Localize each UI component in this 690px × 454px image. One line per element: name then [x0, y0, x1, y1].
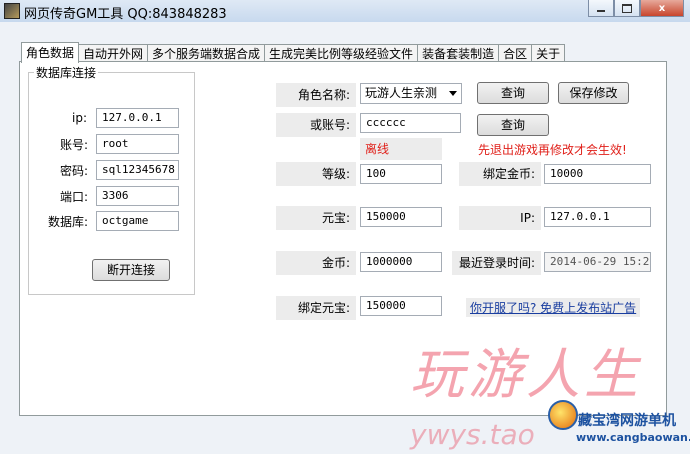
- bound-yuanbao-label: 绑定元宝:: [276, 296, 356, 320]
- app-window: 网页传奇GM工具 QQ:843848283 x 角色数据 自动开外网 多个服务端…: [0, 0, 690, 454]
- ip-label: IP:: [459, 206, 541, 230]
- db-database-field[interactable]: octgame: [96, 211, 179, 231]
- level-label: 等级:: [276, 162, 356, 186]
- db-group-title: 数据库连接: [34, 64, 99, 81]
- yuanbao-label: 元宝:: [276, 206, 356, 230]
- tab-merge-servers[interactable]: 多个服务端数据合成: [147, 44, 266, 62]
- status-text: 离线: [360, 138, 442, 160]
- bound-gold-field[interactable]: 10000: [544, 164, 651, 184]
- last-login-field: 2014-06-29 15:22:: [544, 252, 651, 272]
- role-name-value: 玩游人生亲测: [365, 86, 438, 100]
- title-bar: 网页传奇GM工具 QQ:843848283 x: [0, 0, 690, 22]
- window-title: 网页传奇GM工具 QQ:843848283: [24, 7, 227, 22]
- ip-field[interactable]: 127.0.0.1: [544, 207, 651, 227]
- watermark-url: ywys.tao: [410, 418, 535, 451]
- bound-yuanbao-field[interactable]: 150000: [360, 296, 442, 316]
- tab-merge-zone[interactable]: 合区: [498, 44, 533, 62]
- save-changes-button[interactable]: 保存修改: [558, 82, 629, 104]
- db-password-label: 密码:: [60, 164, 89, 178]
- account-label: 或账号:: [276, 113, 356, 137]
- db-account-label: 账号:: [60, 138, 89, 152]
- level-field[interactable]: 100: [360, 164, 442, 184]
- db-database-label: 数据库:: [48, 215, 89, 229]
- gold-field[interactable]: 1000000: [360, 252, 442, 272]
- ad-link[interactable]: 你开服了吗? 免费上发布站广告: [466, 298, 641, 317]
- notice-text: 先退出游戏再修改才会生效!: [478, 143, 627, 157]
- tab-exp-file[interactable]: 生成完美比例等级经验文件: [264, 44, 419, 62]
- watermark-signature: 玩游人生: [410, 343, 642, 406]
- role-name-label: 角色名称:: [276, 83, 356, 107]
- tab-role-data[interactable]: 角色数据: [21, 42, 80, 63]
- site-url: www.cangbaowan.net: [576, 431, 690, 444]
- site-name: 藏宝湾网游单机: [578, 413, 676, 429]
- yuanbao-field[interactable]: 150000: [360, 207, 442, 227]
- last-login-label: 最近登录时间:: [452, 251, 541, 275]
- close-icon: x: [658, 2, 666, 14]
- maximize-button[interactable]: [614, 0, 640, 17]
- tab-auto-external[interactable]: 自动开外网: [78, 44, 149, 62]
- query-account-button[interactable]: 查询: [477, 114, 549, 136]
- site-logo-icon: [548, 400, 578, 430]
- bound-gold-label: 绑定金币:: [459, 162, 541, 186]
- query-button[interactable]: 查询: [477, 82, 549, 104]
- window-controls: x: [588, 0, 684, 18]
- db-ip-field[interactable]: 127.0.0.1: [96, 108, 179, 128]
- db-ip-label: ip:: [72, 111, 87, 125]
- db-port-label: 端口:: [60, 190, 89, 204]
- minimize-icon: [597, 9, 605, 12]
- db-port-field[interactable]: 3306: [96, 186, 179, 206]
- db-account-field[interactable]: root: [96, 134, 179, 154]
- tab-equipment-set[interactable]: 装备套装制造: [417, 44, 500, 62]
- tab-about[interactable]: 关于: [531, 44, 566, 62]
- role-name-select[interactable]: 玩游人生亲测: [360, 83, 462, 104]
- close-button[interactable]: x: [640, 0, 684, 17]
- maximize-icon: [622, 3, 632, 13]
- disconnect-button[interactable]: 断开连接: [92, 259, 170, 281]
- minimize-button[interactable]: [588, 0, 614, 17]
- gold-label: 金币:: [276, 251, 356, 275]
- chevron-down-icon: [449, 91, 457, 96]
- account-field[interactable]: cccccc: [360, 113, 461, 133]
- tab-strip: 角色数据 自动开外网 多个服务端数据合成 生成完美比例等级经验文件 装备套装制造…: [21, 42, 566, 63]
- app-icon: [4, 3, 20, 19]
- db-password-field[interactable]: sql12345678: [96, 160, 179, 180]
